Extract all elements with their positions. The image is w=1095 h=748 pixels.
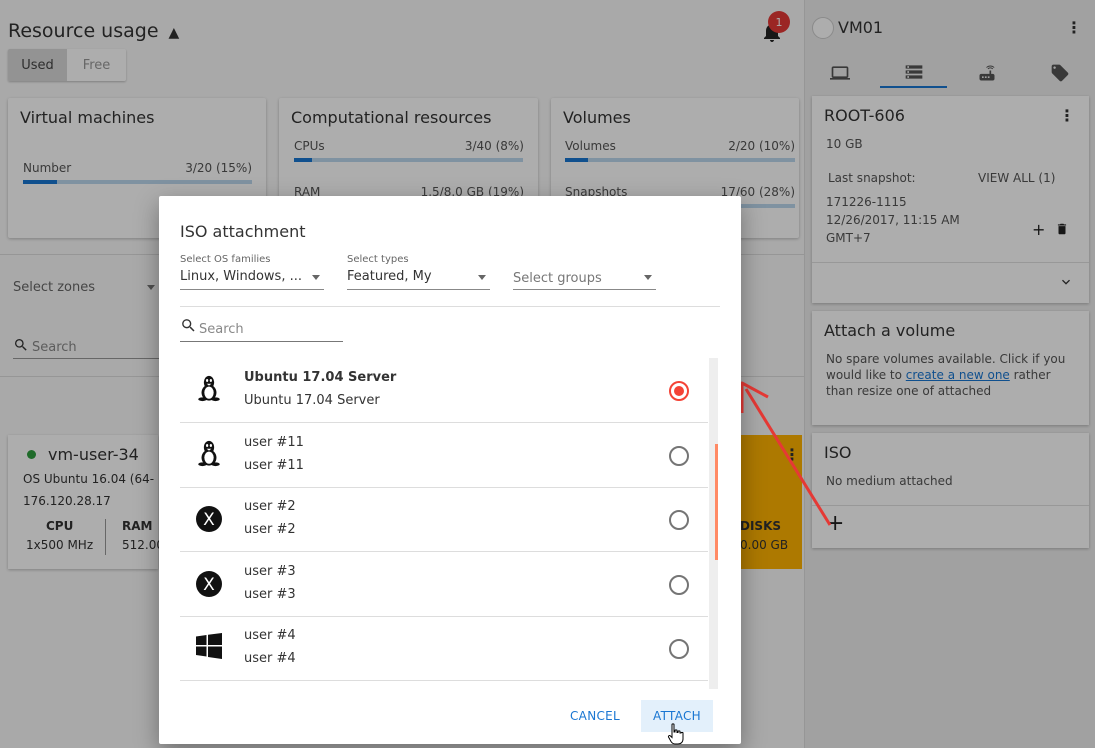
iso-description: user #3 [244, 587, 296, 602]
annotation-arrow [740, 381, 832, 526]
iso-description: Ubuntu 17.04 Server [244, 393, 380, 408]
list-item[interactable]: X user #2 user #2 [180, 487, 708, 552]
select-value: Linux, Windows, ... [180, 269, 302, 284]
types-select[interactable]: Select types Featured, My [347, 254, 490, 290]
list-item[interactable]: user #4 user #4 [180, 616, 708, 681]
search-placeholder: Search [199, 322, 244, 337]
cancel-button[interactable]: CANCEL [558, 700, 632, 732]
svg-text:X: X [203, 510, 215, 530]
iso-search-input[interactable]: Search [180, 317, 343, 342]
svg-text:X: X [203, 575, 215, 595]
linux-icon [198, 440, 220, 467]
hand-cursor-icon [667, 723, 684, 745]
search-icon [182, 319, 195, 332]
dialog-title: ISO attachment [180, 222, 306, 241]
dropdown-arrow-icon [478, 275, 486, 280]
dropdown-arrow-icon [312, 275, 320, 280]
radio-unselected[interactable] [669, 639, 689, 659]
iso-description: user #11 [244, 458, 304, 473]
radio-unselected[interactable] [669, 575, 689, 595]
select-label: Select OS families [180, 254, 271, 265]
radio-unselected[interactable] [669, 510, 689, 530]
osx-icon: X [196, 571, 222, 597]
iso-description: user #2 [244, 522, 296, 537]
linux-icon [198, 375, 220, 402]
os-families-select[interactable]: Select OS families Linux, Windows, ... [180, 254, 324, 290]
radio-selected[interactable] [669, 381, 689, 401]
radio-unselected[interactable] [669, 446, 689, 466]
windows-icon [196, 633, 222, 659]
iso-description: user #4 [244, 651, 296, 666]
list-item[interactable]: Ubuntu 17.04 Server Ubuntu 17.04 Server [180, 358, 708, 423]
iso-list: Ubuntu 17.04 Server Ubuntu 17.04 Server … [180, 358, 718, 689]
dropdown-arrow-icon [644, 275, 652, 280]
select-value: Featured, My [347, 269, 432, 284]
list-item[interactable]: X user #3 user #3 [180, 552, 708, 617]
scrollbar-thumb[interactable] [715, 444, 718, 560]
iso-name: user #11 [244, 435, 304, 450]
groups-select[interactable]: Select groups [513, 254, 656, 290]
iso-name: Ubuntu 17.04 Server [244, 370, 397, 385]
osx-icon: X [196, 506, 222, 532]
select-label: Select types [347, 254, 409, 265]
iso-name: user #4 [244, 628, 296, 643]
iso-name: user #3 [244, 564, 296, 579]
divider [180, 306, 720, 307]
iso-attachment-dialog: ISO attachment Select OS families Linux,… [159, 196, 741, 744]
select-placeholder: Select groups [513, 271, 602, 286]
list-scrollbar[interactable] [709, 358, 718, 689]
list-item[interactable]: user #11 user #11 [180, 423, 708, 488]
iso-name: user #2 [244, 499, 296, 514]
